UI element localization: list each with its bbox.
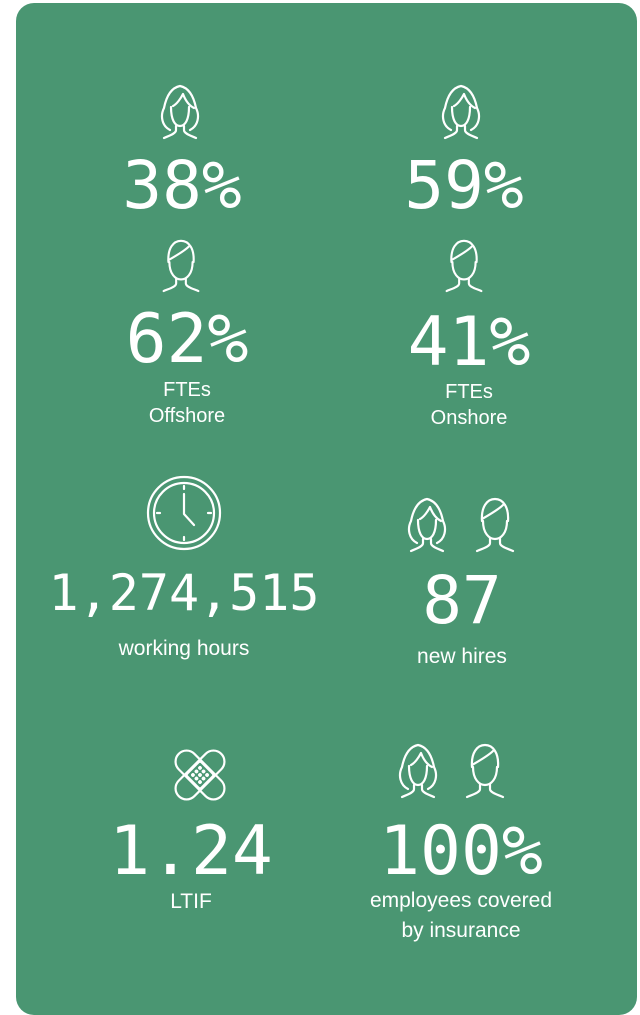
stat-men-offshore-value: 62% (125, 300, 249, 379)
stat-men-onshore-label-line2: Onshore (430, 407, 508, 429)
stat-insurance-label-line2: by insurance (401, 919, 521, 942)
stat-ltif-label: LTIF (170, 890, 212, 913)
stat-new-hires-label: new hires (417, 645, 507, 668)
man-icon (435, 235, 493, 293)
stat-insurance-label-line1: employees covered (369, 889, 553, 912)
stat-working-hours-value: 1,274,515 (48, 564, 320, 622)
clock-icon (145, 474, 223, 552)
stat-insurance-value: 100% (379, 812, 543, 891)
stats-card: 38% 59% 62% FTEs Offshore 41% FTEs Onsho… (16, 3, 637, 1015)
woman-icon (431, 80, 491, 140)
man-icon (455, 737, 515, 801)
stat-new-hires-value: 87 (422, 562, 502, 639)
bandage-icon (166, 741, 234, 809)
stat-men-onshore-value: 41% (407, 303, 531, 382)
stat-men-onshore-label-line1: FTEs (445, 381, 493, 403)
woman-icon (388, 737, 448, 801)
stat-ltif-value: 1.24 (109, 812, 273, 891)
stat-working-hours-label: working hours (118, 637, 250, 660)
woman-icon (150, 80, 210, 140)
stat-women-offshore-value: 38% (122, 147, 242, 224)
man-icon (152, 235, 210, 293)
stat-women-onshore-value: 59% (404, 147, 524, 224)
man-icon (465, 491, 525, 555)
woman-icon (397, 491, 457, 555)
stat-men-offshore-label-line1: FTEs (163, 379, 211, 401)
stat-men-offshore-label-line2: Offshore (148, 405, 226, 427)
